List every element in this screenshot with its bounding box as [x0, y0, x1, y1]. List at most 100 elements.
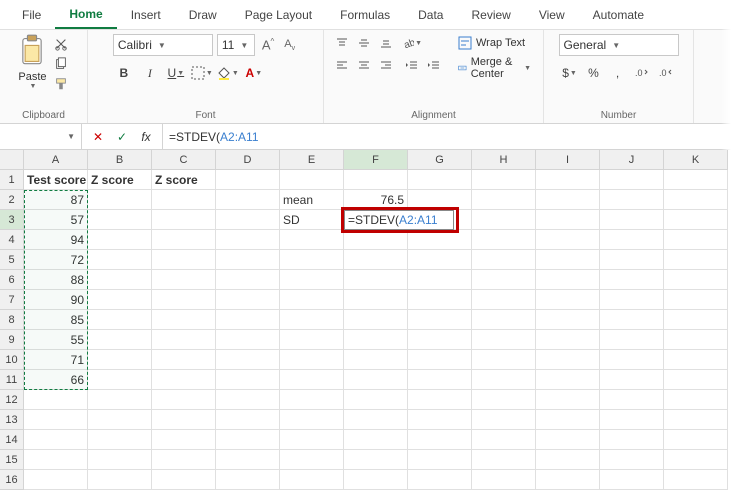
italic-button[interactable]: I [139, 62, 161, 84]
cell-G6[interactable] [408, 270, 472, 290]
cell-C10[interactable] [152, 350, 216, 370]
cell-E9[interactable] [280, 330, 344, 350]
cancel-icon[interactable]: ✕ [90, 129, 106, 145]
row-header-1[interactable]: 1 [0, 170, 24, 190]
cell-D15[interactable] [216, 450, 280, 470]
cell-G9[interactable] [408, 330, 472, 350]
cell-H9[interactable] [472, 330, 536, 350]
formula-input[interactable]: =STDEV(A2:A11 [163, 124, 731, 149]
currency-button[interactable]: $▼ [559, 62, 581, 84]
cell-E16[interactable] [280, 470, 344, 490]
cell-J11[interactable] [600, 370, 664, 390]
cell-H10[interactable] [472, 350, 536, 370]
row-header-2[interactable]: 2 [0, 190, 24, 210]
cell-B16[interactable] [88, 470, 152, 490]
name-box[interactable]: ▼ [0, 124, 82, 149]
cell-J7[interactable] [600, 290, 664, 310]
cell-J16[interactable] [600, 470, 664, 490]
cell-F11[interactable] [344, 370, 408, 390]
cell-F9[interactable] [344, 330, 408, 350]
tab-file[interactable]: File [8, 2, 55, 28]
cell-C3[interactable] [152, 210, 216, 230]
row-header-3[interactable]: 3 [0, 210, 24, 230]
cell-J1[interactable] [600, 170, 664, 190]
cell-G4[interactable] [408, 230, 472, 250]
cell-I7[interactable] [536, 290, 600, 310]
cell-E5[interactable] [280, 250, 344, 270]
cell-G11[interactable] [408, 370, 472, 390]
font-color-button[interactable]: A▼ [243, 62, 265, 84]
cell-K1[interactable] [664, 170, 728, 190]
cell-D4[interactable] [216, 230, 280, 250]
cell-B14[interactable] [88, 430, 152, 450]
cell-J4[interactable] [600, 230, 664, 250]
cell-G5[interactable] [408, 250, 472, 270]
col-header-J[interactable]: J [600, 150, 664, 170]
row-header-16[interactable]: 16 [0, 470, 24, 490]
col-header-K[interactable]: K [664, 150, 728, 170]
cell-I9[interactable] [536, 330, 600, 350]
format-painter-icon[interactable] [53, 76, 69, 92]
cell-I5[interactable] [536, 250, 600, 270]
cell-G8[interactable] [408, 310, 472, 330]
cell-H11[interactable] [472, 370, 536, 390]
row-header-8[interactable]: 8 [0, 310, 24, 330]
cell-A9[interactable]: 55 [24, 330, 88, 350]
cell-J12[interactable] [600, 390, 664, 410]
cell-B6[interactable] [88, 270, 152, 290]
cell-B11[interactable] [88, 370, 152, 390]
cell-K14[interactable] [664, 430, 728, 450]
col-header-A[interactable]: A [24, 150, 88, 170]
cell-C5[interactable] [152, 250, 216, 270]
cell-K15[interactable] [664, 450, 728, 470]
tab-page-layout[interactable]: Page Layout [231, 2, 326, 28]
cell-K2[interactable] [664, 190, 728, 210]
cell-B10[interactable] [88, 350, 152, 370]
number-format-combo[interactable]: General▼ [559, 34, 679, 56]
bold-button[interactable]: B [113, 62, 135, 84]
cell-D10[interactable] [216, 350, 280, 370]
cell-J8[interactable] [600, 310, 664, 330]
cell-C8[interactable] [152, 310, 216, 330]
cell-B13[interactable] [88, 410, 152, 430]
cell-K10[interactable] [664, 350, 728, 370]
cell-D11[interactable] [216, 370, 280, 390]
align-bottom-icon[interactable] [376, 34, 396, 52]
row-header-4[interactable]: 4 [0, 230, 24, 250]
cell-H2[interactable] [472, 190, 536, 210]
cell-J15[interactable] [600, 450, 664, 470]
cell-A15[interactable] [24, 450, 88, 470]
tab-insert[interactable]: Insert [117, 2, 175, 28]
cell-I10[interactable] [536, 350, 600, 370]
cell-F15[interactable] [344, 450, 408, 470]
cell-B9[interactable] [88, 330, 152, 350]
cell-E11[interactable] [280, 370, 344, 390]
cell-A2[interactable]: 87 [24, 190, 88, 210]
col-header-E[interactable]: E [280, 150, 344, 170]
cell-E14[interactable] [280, 430, 344, 450]
cell-G14[interactable] [408, 430, 472, 450]
cell-E10[interactable] [280, 350, 344, 370]
cell-D16[interactable] [216, 470, 280, 490]
cell-D5[interactable] [216, 250, 280, 270]
cell-I2[interactable] [536, 190, 600, 210]
cell-H3[interactable] [472, 210, 536, 230]
cell-J3[interactable] [600, 210, 664, 230]
decrease-indent-icon[interactable] [402, 56, 422, 74]
cell-K3[interactable] [664, 210, 728, 230]
cell-J9[interactable] [600, 330, 664, 350]
cell-C16[interactable] [152, 470, 216, 490]
cell-I4[interactable] [536, 230, 600, 250]
cell-J6[interactable] [600, 270, 664, 290]
percent-button[interactable]: % [583, 62, 605, 84]
spreadsheet-grid[interactable]: A B C D E F G H I J K 1 2 3 4 5 6 7 8 9 … [0, 150, 731, 490]
cell-C1[interactable]: Z score [152, 170, 216, 190]
cell-K12[interactable] [664, 390, 728, 410]
cell-B3[interactable] [88, 210, 152, 230]
cell-E4[interactable] [280, 230, 344, 250]
cell-K11[interactable] [664, 370, 728, 390]
cell-C11[interactable] [152, 370, 216, 390]
cell-K4[interactable] [664, 230, 728, 250]
cell-E12[interactable] [280, 390, 344, 410]
cell-F4[interactable] [344, 230, 408, 250]
